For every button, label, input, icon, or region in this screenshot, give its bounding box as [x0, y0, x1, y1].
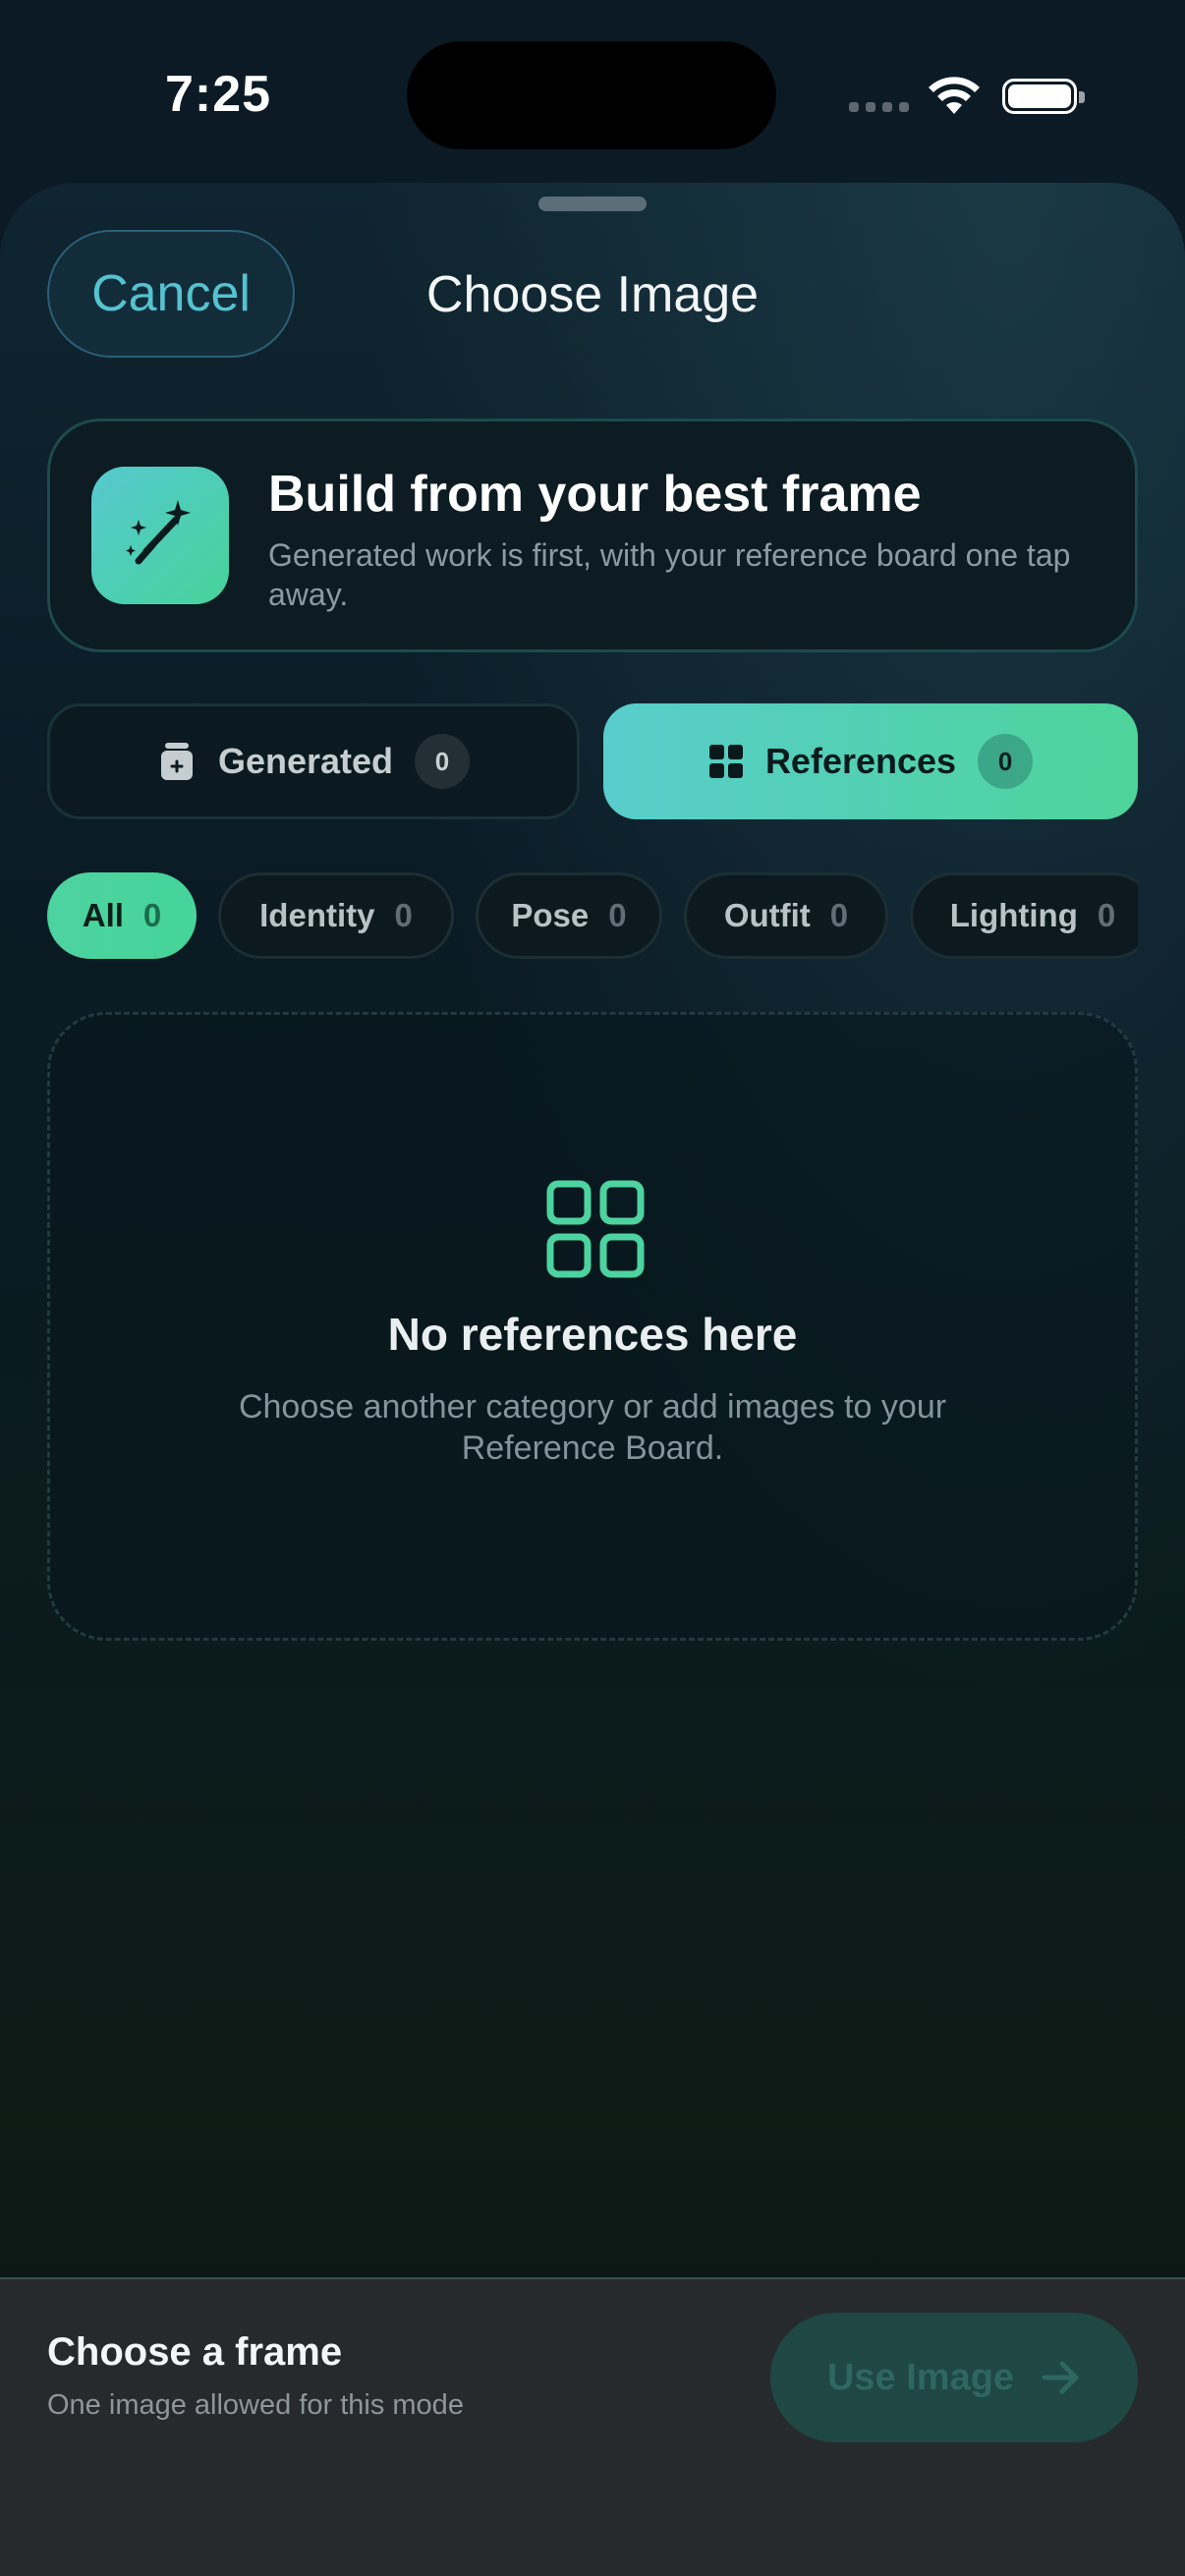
filter-chip-count: 0	[394, 897, 413, 933]
filter-chip-label: All	[82, 897, 124, 933]
filter-chip-count: 0	[1097, 897, 1116, 933]
arrow-right-icon	[1042, 2361, 1079, 2394]
filter-chip-count: 0	[608, 897, 627, 933]
empty-state-subtitle: Choose another category or add images to…	[238, 1388, 947, 1467]
filter-chips: All 0 Identity 0 Pose 0 Outfit 0 Lightin…	[47, 872, 1138, 961]
choose-image-sheet: Cancel Choose Image Build from your best…	[0, 183, 1185, 2576]
banner-subtitle: Generated work is first, with your refer…	[268, 537, 1071, 612]
filter-chip-label: Identity	[259, 897, 375, 933]
use-image-label: Use Image	[826, 2356, 1015, 2398]
cellular-signal-icon	[849, 102, 909, 112]
filter-chip-label: Lighting	[949, 897, 1078, 933]
wifi-icon	[929, 77, 980, 114]
filter-chip-outfit[interactable]: Outfit 0	[684, 872, 888, 959]
filter-chip-pose[interactable]: Pose 0	[476, 872, 662, 959]
filter-chip-count: 0	[829, 897, 849, 933]
segment-references[interactable]: References 0	[603, 703, 1138, 819]
filter-chip-label: Outfit	[723, 897, 811, 933]
segment-generated-count: 0	[415, 734, 471, 789]
filter-chip-label: Pose	[511, 897, 590, 933]
sheet-grabber[interactable]	[538, 196, 647, 211]
segment-generated-label: Generated	[217, 741, 394, 781]
filter-chip-identity[interactable]: Identity 0	[218, 872, 454, 959]
filter-chip-all[interactable]: All 0	[47, 872, 197, 959]
segment-generated[interactable]: Generated 0	[47, 703, 580, 819]
battery-icon	[1002, 79, 1085, 114]
use-image-button[interactable]: Use Image	[770, 2313, 1138, 2442]
filter-chip-count: 0	[142, 897, 162, 933]
dynamic-island	[407, 41, 776, 149]
info-banner: Build from your best frame Generated wor…	[47, 419, 1138, 652]
segment-references-count: 0	[978, 734, 1034, 789]
empty-state: No references here Choose another catego…	[47, 1012, 1138, 1641]
stack-icon	[160, 743, 193, 780]
status-time: 7:25	[165, 66, 272, 123]
segment-references-label: References	[764, 741, 957, 781]
sheet-title: Choose Image	[425, 266, 760, 323]
grid-icon	[546, 1180, 645, 1278]
selection-title: Choose a frame	[47, 2330, 343, 2374]
bottom-action-bar: Choose a frame One image allowed for thi…	[0, 2277, 1185, 2576]
selection-subtitle: One image allowed for this mode	[47, 2389, 464, 2421]
magic-wand-icon	[91, 467, 229, 604]
empty-state-title: No references here	[387, 1309, 798, 1360]
grid-icon	[708, 745, 743, 778]
banner-title: Build from your best frame	[268, 466, 922, 523]
screen: 7:25 Cancel Choose Image Build from your…	[0, 0, 1185, 2576]
filter-chip-lighting[interactable]: Lighting 0	[910, 872, 1138, 959]
